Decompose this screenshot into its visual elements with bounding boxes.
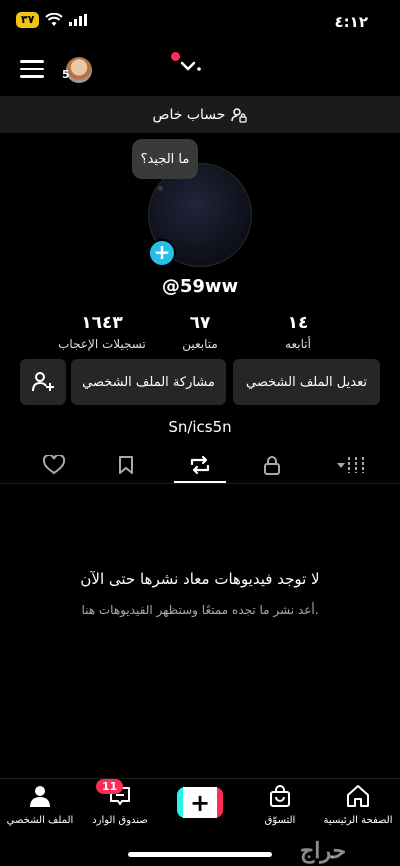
tab-reposts[interactable] xyxy=(180,450,220,480)
edit-profile-button[interactable]: تعديل الملف الشخصي xyxy=(233,359,380,405)
profile-icon xyxy=(30,786,50,807)
avatar[interactable] xyxy=(66,57,92,83)
nav-home-label: الصفحة الرئيسية xyxy=(323,815,393,826)
lock-user-icon xyxy=(231,107,248,123)
empty-state-subtitle: أعد نشر ما تجده ممتعًا وستظهر الفيديوهات… xyxy=(81,603,319,617)
nav-profile[interactable]: الملف الشخصي xyxy=(0,784,80,826)
lock-icon xyxy=(264,456,280,475)
bio-link[interactable]: Sn/ics5n xyxy=(0,418,400,436)
private-account-label: حساب خاص xyxy=(152,106,226,123)
account-switch-button[interactable] xyxy=(180,60,202,78)
add-photo-button[interactable]: + xyxy=(148,239,176,267)
plus-icon: + xyxy=(183,787,217,818)
active-tab-indicator xyxy=(174,481,226,483)
note-bubble[interactable]: ما الجيد؟ xyxy=(132,139,198,179)
inbox-badge: 11 xyxy=(96,779,124,794)
status-time: ٤:١٢ xyxy=(334,13,368,31)
stat-following-value: ١٤ xyxy=(287,313,309,333)
share-profile-button[interactable]: مشاركة الملف الشخصي xyxy=(71,359,226,405)
bubble-tail xyxy=(158,186,163,191)
avatar-count: 5 xyxy=(62,68,70,81)
private-account-bar[interactable]: حساب خاص xyxy=(0,96,400,133)
create-button[interactable]: + xyxy=(177,787,223,818)
add-user-icon xyxy=(32,372,54,392)
grid-sort-icon xyxy=(337,457,364,473)
menu-icon[interactable] xyxy=(20,60,44,80)
tab-videos[interactable] xyxy=(332,450,372,480)
username: @59ww xyxy=(161,276,239,297)
nav-home[interactable]: الصفحة الرئيسية xyxy=(318,784,398,826)
nav-shop-label: التسوّق xyxy=(264,815,296,826)
tab-liked[interactable] xyxy=(34,450,74,480)
status-icons: ٣٧ xyxy=(16,12,88,28)
stat-following[interactable]: ١٤ أتابعه xyxy=(253,313,343,351)
repost-icon xyxy=(190,455,210,475)
stat-following-label: أتابعه xyxy=(285,337,311,351)
tab-private[interactable] xyxy=(252,450,292,480)
nav-inbox-label: صندوق الوارد xyxy=(92,815,148,826)
stat-likes-label: تسجيلات الإعجاب xyxy=(58,337,146,351)
stat-likes-value: ١٦٤٣ xyxy=(81,313,123,333)
home-indicator xyxy=(128,852,272,857)
nav-profile-label: الملف الشخصي xyxy=(6,815,74,826)
heart-icon xyxy=(43,455,65,475)
home-icon xyxy=(347,785,369,807)
tabs-divider xyxy=(0,483,400,484)
stat-followers-label: متابعين xyxy=(182,337,218,351)
tab-saved[interactable] xyxy=(106,450,146,480)
wifi-icon xyxy=(45,13,64,26)
add-friend-button[interactable] xyxy=(20,359,66,405)
chevron-down-icon xyxy=(180,61,201,71)
stat-likes[interactable]: ١٦٤٣ تسجيلات الإعجاب xyxy=(57,313,147,351)
empty-state-title: لا توجد فيديوهات معاد نشرها حتى الآن xyxy=(80,570,320,588)
signal-icon xyxy=(69,14,88,26)
nav-shop[interactable]: التسوّق xyxy=(240,784,320,826)
battery-icon: ٣٧ xyxy=(16,12,40,28)
note-bubble-text: ما الجيد؟ xyxy=(140,151,190,167)
notification-dot xyxy=(171,52,180,61)
shopping-bag-icon xyxy=(270,785,290,807)
watermark-logo: حراج xyxy=(300,838,347,864)
stat-followers[interactable]: ٦٧ متابعين xyxy=(155,313,245,351)
stat-followers-value: ٦٧ xyxy=(189,313,211,333)
bookmark-icon xyxy=(119,456,133,474)
